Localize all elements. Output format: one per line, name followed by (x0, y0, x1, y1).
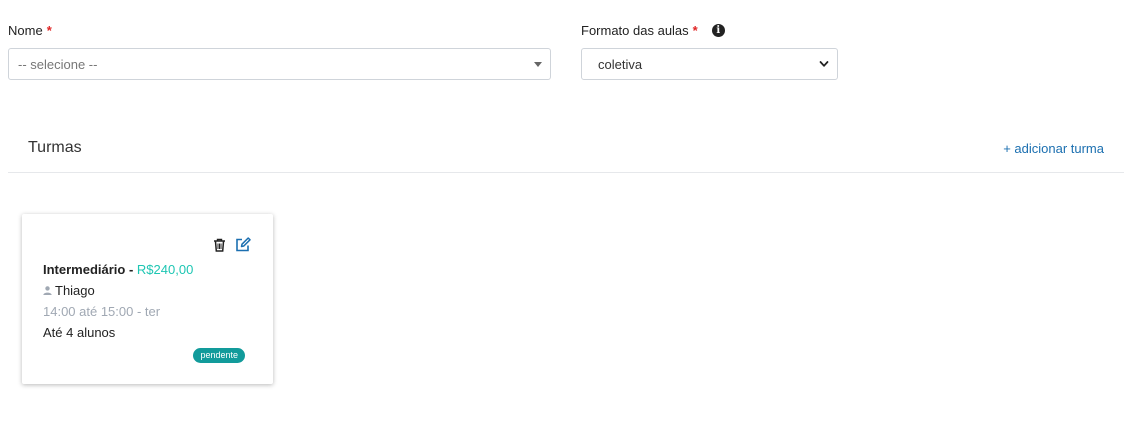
card-title: Intermediário - R$240,00 (43, 259, 193, 280)
formato-label-text: Formato das aulas (581, 22, 689, 38)
turma-card: Intermediário - R$240,00 Thiago 14:00 at… (22, 214, 273, 384)
caret-down-icon (534, 61, 542, 67)
formato-field: Formato das aulas * i coletiva (581, 21, 838, 80)
turmas-header: Turmas + adicionar turma (8, 130, 1124, 173)
turma-schedule: 14:00 até 15:00 - ter (43, 304, 161, 319)
info-circle-icon[interactable]: i (711, 23, 725, 37)
trash-icon[interactable] (213, 238, 226, 252)
formato-select[interactable]: coletiva (581, 48, 838, 80)
turma-capacity: Até 4 alunos (43, 325, 116, 340)
nome-label: Nome * (8, 21, 551, 39)
turma-name: Intermediário (43, 262, 126, 277)
teacher-row: Thiago (43, 280, 193, 301)
status-badge: pendente (193, 348, 245, 363)
formato-required-mark: * (692, 22, 698, 38)
chevron-down-icon (819, 61, 829, 67)
turma-price: R$240,00 (136, 262, 194, 277)
formato-label: Formato das aulas * i (581, 21, 838, 39)
nome-required-mark: * (46, 22, 52, 38)
add-turma-link[interactable]: + adicionar turma (1003, 141, 1124, 162)
nome-field: Nome * -- selecione -- (8, 21, 551, 80)
formato-select-value: coletiva (598, 56, 643, 72)
edit-icon[interactable] (235, 237, 251, 252)
nome-select[interactable]: -- selecione -- (8, 48, 551, 80)
title-separator: - (125, 262, 137, 277)
nome-label-text: Nome (8, 22, 43, 38)
nome-select-placeholder: -- selecione -- (18, 56, 98, 72)
teacher-name: Thiago (55, 283, 95, 298)
turmas-title: Turmas (28, 139, 82, 156)
card-actions (213, 237, 251, 252)
card-body: Intermediário - R$240,00 Thiago 14:00 at… (43, 259, 193, 343)
user-icon (43, 286, 52, 295)
